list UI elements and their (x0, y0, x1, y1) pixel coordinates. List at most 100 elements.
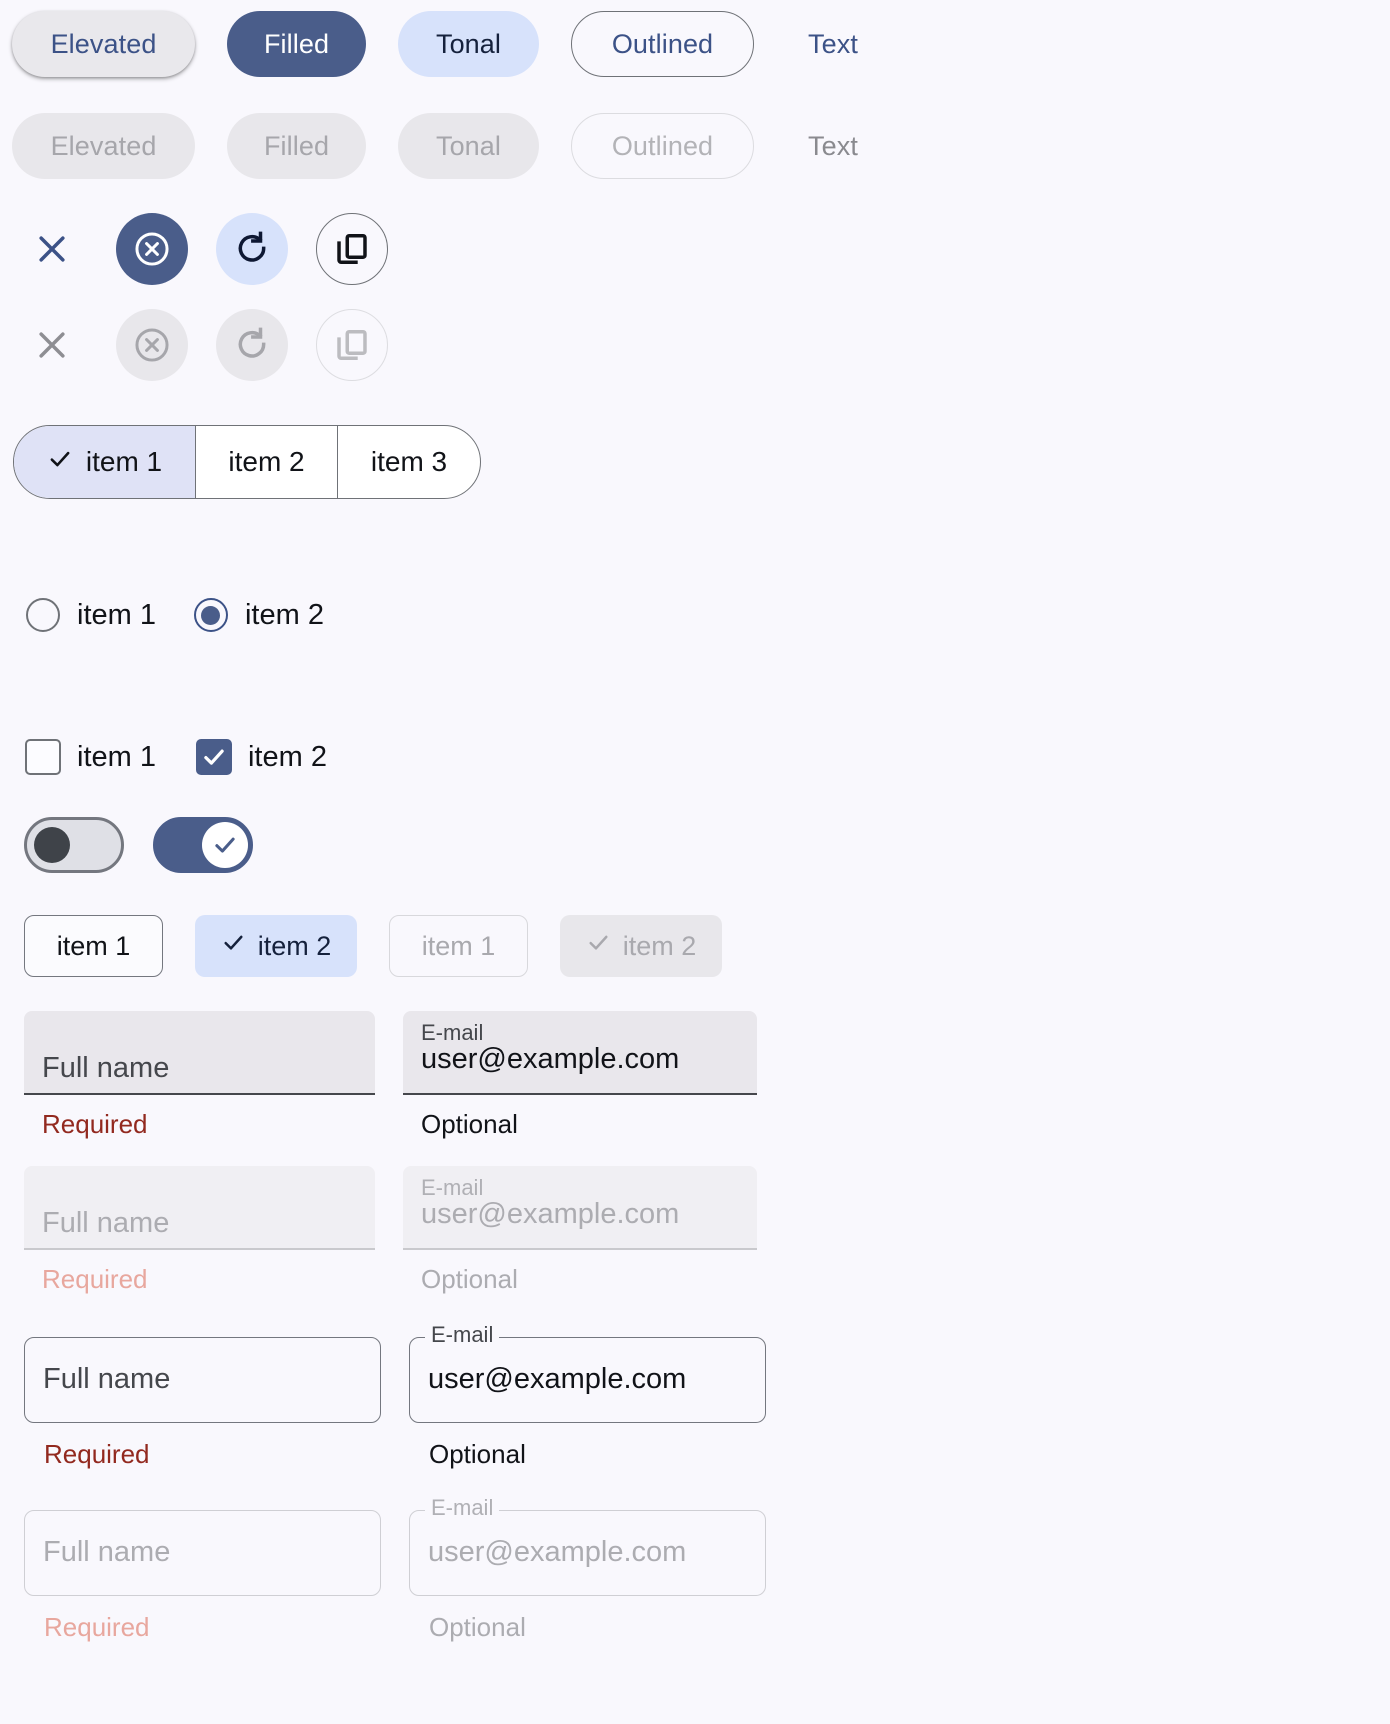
outlined-text-field-row-enabled: Full name Required E-mail user@example.c… (24, 1324, 1390, 1470)
radio-group: item 1 item 2 (12, 499, 1390, 632)
outlined-email-helper: Optional (429, 1439, 526, 1469)
segmented-button-group-wrapper: item 1 item 2 item 3 (12, 381, 1390, 499)
filled-email-field-disabled: E-mail user@example.com (403, 1166, 757, 1250)
radio-item-1[interactable]: item 1 (26, 598, 156, 632)
close-icon (32, 325, 72, 365)
outlined-name-helper: Required (44, 1612, 150, 1642)
checkbox-item-1[interactable]: item 1 (25, 739, 156, 775)
checkbox-label: item 1 (77, 740, 156, 773)
checkbox-item-2[interactable]: item 2 (195, 739, 327, 775)
filled-name-field[interactable]: Full name (24, 1011, 375, 1095)
refresh-icon-button[interactable] (216, 213, 288, 285)
filled-button-disabled: Filled (227, 113, 366, 179)
outlined-email-value: user@example.com (428, 1536, 687, 1569)
copy-icon (333, 326, 371, 364)
outlined-email-value: user@example.com (428, 1363, 687, 1396)
outlined-email-field-disabled: E-mail user@example.com (409, 1497, 766, 1596)
outlined-email-label: E-mail (425, 1497, 500, 1519)
filter-chip-2[interactable]: item 2 (195, 915, 357, 977)
filter-chip-label: item 2 (622, 930, 697, 961)
filter-chip-label: item 1 (56, 930, 131, 961)
text-button[interactable]: Text (786, 11, 880, 77)
segmented-item-2[interactable]: item 2 (196, 426, 338, 498)
switch-off[interactable] (24, 817, 124, 873)
highlight-off-icon-button-disabled (116, 309, 188, 381)
switch-on[interactable] (153, 817, 253, 873)
highlight-off-icon (131, 228, 173, 270)
radio-dot (201, 605, 221, 625)
segmented-item-1[interactable]: item 1 (14, 426, 196, 498)
filter-chip-1[interactable]: item 1 (24, 915, 163, 977)
text-field-section: Full name Required E-mail user@example.c… (12, 977, 1390, 1643)
filter-chip-4-disabled: item 2 (560, 915, 722, 977)
radio-label: item 2 (244, 598, 324, 631)
radio-circle-icon (26, 598, 60, 632)
copy-icon-button[interactable] (316, 213, 388, 285)
check-icon (586, 930, 611, 962)
filter-chip-label: item 2 (257, 930, 332, 961)
filled-name-field-group-disabled: Full name Required (24, 1166, 375, 1295)
filled-name-placeholder: Full name (42, 1207, 170, 1240)
filled-email-helper: Optional (421, 1264, 518, 1294)
outlined-name-field-group-disabled: Full name Required (24, 1510, 381, 1643)
filled-email-label: E-mail (421, 1020, 484, 1045)
copy-icon (333, 230, 371, 268)
outlined-email-field-group-disabled: E-mail user@example.com Optional (409, 1497, 766, 1643)
outlined-email-field[interactable]: E-mail user@example.com (409, 1324, 766, 1423)
radio-label: item 1 (77, 598, 156, 631)
outlined-email-helper: Optional (429, 1612, 526, 1642)
filled-email-field-group-disabled: E-mail user@example.com Optional (403, 1166, 757, 1295)
filled-text-field-row-disabled: Full name Required E-mail user@example.c… (24, 1166, 1390, 1295)
button-row-disabled: Elevated Filled Tonal Outlined Text (12, 77, 1390, 179)
checkbox-group: item 1 item 2 (12, 632, 1390, 775)
filled-text-field-row-enabled: Full name Required E-mail user@example.c… (24, 1011, 1390, 1140)
segmented-item-3[interactable]: item 3 (338, 426, 480, 498)
checkbox-label: item 2 (247, 740, 327, 773)
filled-name-helper: Required (42, 1109, 148, 1139)
outlined-text-field-row-disabled: Full name Required E-mail user@example.c… (24, 1497, 1390, 1643)
switch-thumb (202, 822, 248, 868)
filled-button[interactable]: Filled (227, 11, 366, 77)
outlined-name-field-disabled: Full name (24, 1510, 381, 1596)
segmented-item-label: item 3 (370, 446, 448, 477)
filter-chip-3-disabled: item 1 (389, 915, 528, 977)
outlined-name-field[interactable]: Full name (24, 1337, 381, 1423)
checkbox-box (195, 739, 232, 775)
outlined-email-field-group: E-mail user@example.com Optional (409, 1324, 766, 1470)
checkbox-box (25, 739, 61, 775)
outlined-name-helper: Required (44, 1439, 150, 1469)
segmented-button-group: item 1 item 2 item 3 (13, 425, 481, 499)
highlight-off-icon-button[interactable] (116, 213, 188, 285)
filter-chip-label: item 1 (421, 930, 496, 961)
refresh-icon (232, 229, 272, 269)
filled-email-field[interactable]: E-mail user@example.com (403, 1011, 757, 1095)
refresh-icon-button-disabled (216, 309, 288, 381)
elevated-button-disabled: Elevated (12, 113, 195, 179)
radio-circle-icon (193, 598, 228, 632)
close-icon-button[interactable] (16, 213, 88, 285)
elevated-button[interactable]: Elevated (12, 11, 195, 77)
text-button-disabled: Text (786, 113, 880, 179)
outlined-name-field-group: Full name Required (24, 1337, 381, 1470)
tonal-button[interactable]: Tonal (398, 11, 539, 77)
segmented-item-label: item 1 (85, 446, 163, 477)
button-row-enabled: Elevated Filled Tonal Outlined Text (12, 0, 1390, 77)
copy-icon-button-disabled (316, 309, 388, 381)
outlined-button-disabled: Outlined (571, 113, 754, 179)
check-icon (47, 446, 73, 479)
outlined-button[interactable]: Outlined (571, 11, 754, 77)
icon-button-row-enabled (12, 179, 1390, 285)
switch-group (12, 775, 1390, 873)
tonal-button-disabled: Tonal (398, 113, 539, 179)
filled-email-helper: Optional (421, 1109, 518, 1139)
filled-name-helper: Required (42, 1264, 148, 1294)
outlined-name-placeholder: Full name (43, 1363, 171, 1396)
filled-name-placeholder: Full name (42, 1052, 170, 1085)
filled-email-label: E-mail (421, 1175, 484, 1200)
segmented-item-label: item 2 (228, 446, 305, 477)
radio-item-2[interactable]: item 2 (193, 598, 324, 632)
filled-email-value: user@example.com (421, 1198, 680, 1231)
outlined-email-label: E-mail (425, 1324, 500, 1346)
highlight-off-icon (131, 324, 173, 366)
switch-thumb (34, 827, 70, 863)
